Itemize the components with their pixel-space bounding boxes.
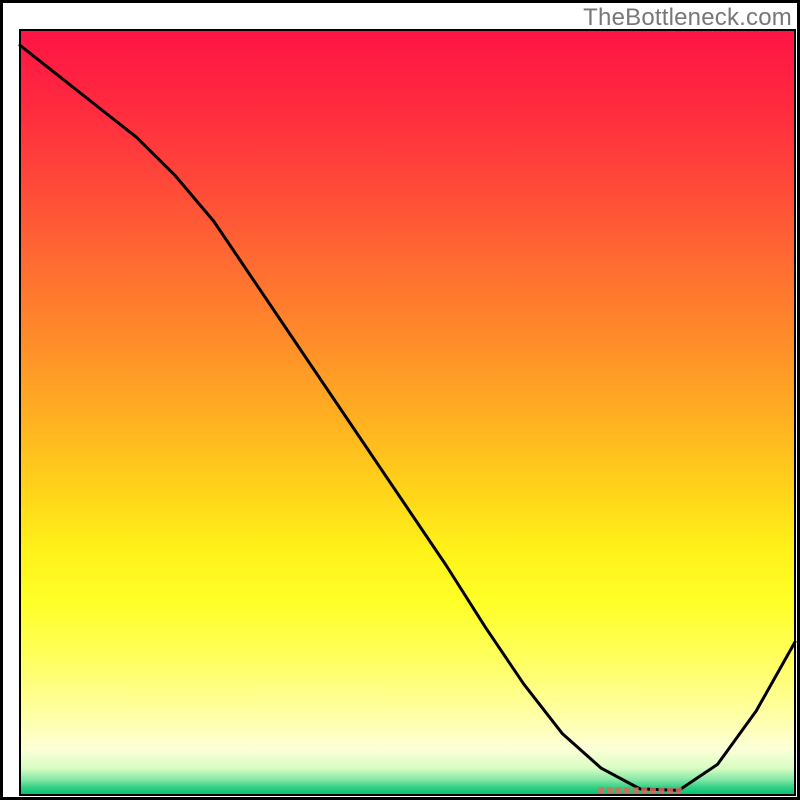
plot-background [20, 30, 795, 795]
chart-stage: TheBottleneck.com [0, 0, 800, 800]
bottleneck-chart [0, 0, 800, 800]
